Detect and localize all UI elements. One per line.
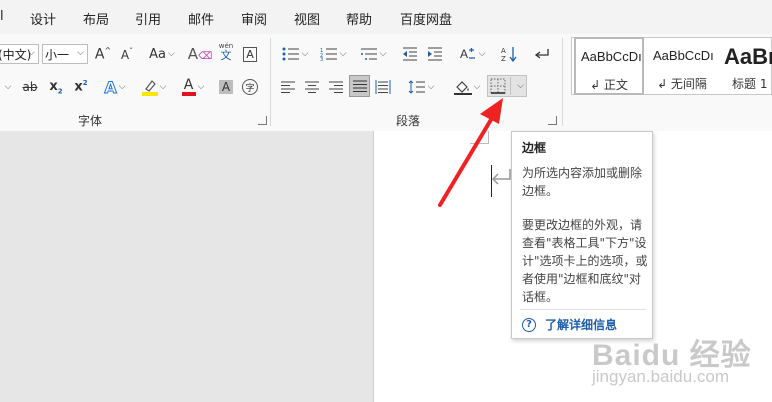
watermark-url: jingyan.baidu.com [592,367,730,386]
